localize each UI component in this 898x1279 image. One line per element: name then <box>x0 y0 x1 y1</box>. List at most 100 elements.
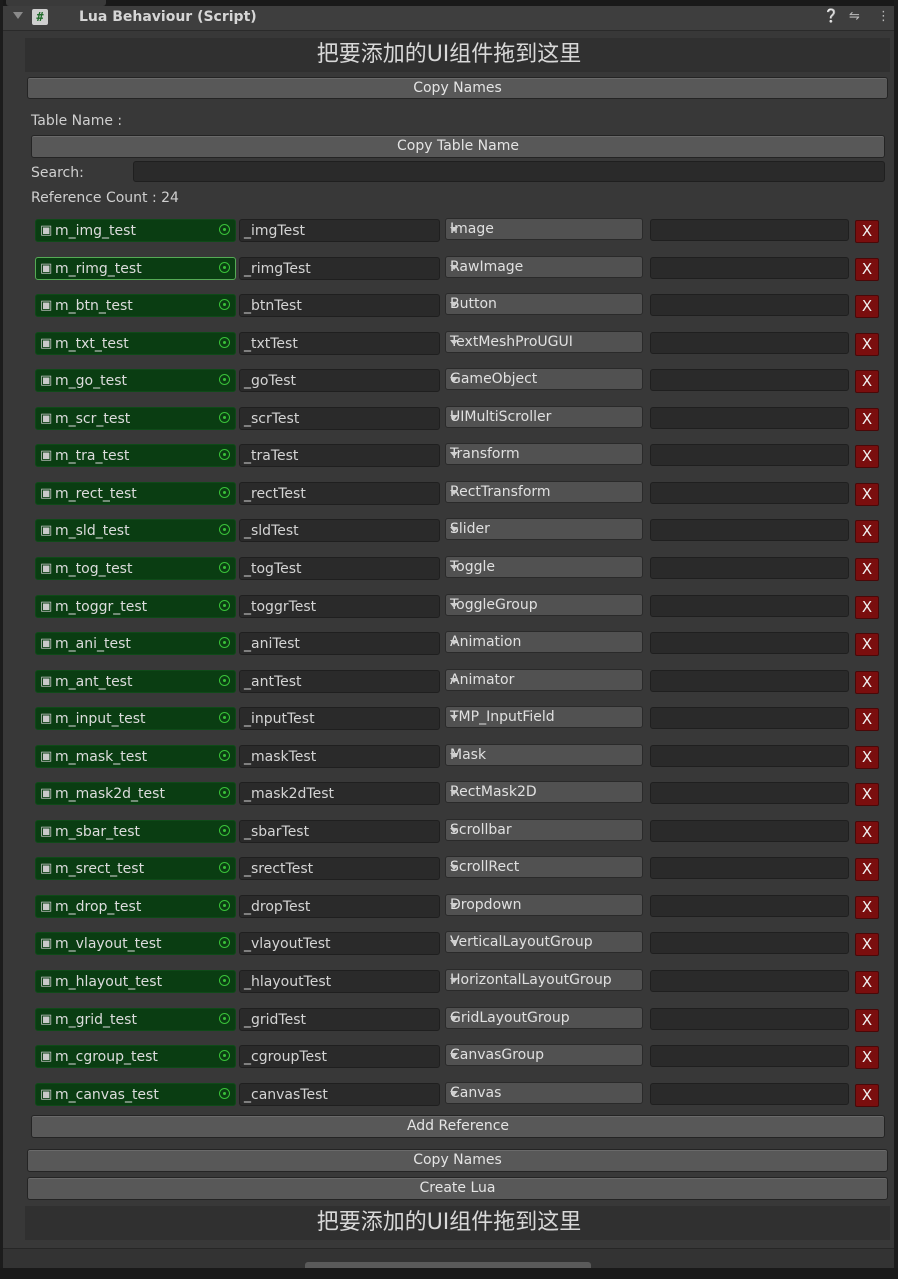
extra-field[interactable] <box>650 519 849 541</box>
variable-name-field[interactable]: _traTest <box>239 444 440 467</box>
remove-reference-button[interactable]: X <box>855 896 879 919</box>
object-picker-icon[interactable] <box>219 524 230 535</box>
remove-reference-button[interactable]: X <box>855 1046 879 1069</box>
extra-field[interactable] <box>650 1045 849 1067</box>
extra-field[interactable] <box>650 407 849 429</box>
component-type-dropdown[interactable]: TextMeshProUGUI <box>445 331 643 353</box>
object-field[interactable]: ▣ m_grid_test <box>35 1008 236 1031</box>
component-type-dropdown[interactable]: GridLayoutGroup <box>445 1007 643 1029</box>
component-type-dropdown[interactable]: VerticalLayoutGroup <box>445 931 643 953</box>
object-picker-icon[interactable] <box>219 637 230 648</box>
object-picker-icon[interactable] <box>219 412 230 423</box>
component-type-dropdown[interactable]: HorizontalLayoutGroup <box>445 969 643 991</box>
object-field[interactable]: ▣ m_txt_test <box>35 332 236 355</box>
remove-reference-button[interactable]: X <box>855 1009 879 1032</box>
remove-reference-button[interactable]: X <box>855 933 879 956</box>
extra-field[interactable] <box>650 745 849 767</box>
object-field[interactable]: ▣ m_hlayout_test <box>35 970 236 993</box>
variable-name-field[interactable]: _goTest <box>239 369 440 392</box>
extra-field[interactable] <box>650 369 849 391</box>
remove-reference-button[interactable]: X <box>855 220 879 243</box>
component-header[interactable]: # Lua Behaviour (Script) ❔ ⇋ ⋮ <box>3 6 894 31</box>
variable-name-field[interactable]: _sbarTest <box>239 820 440 843</box>
create-lua-button[interactable]: Create Lua <box>27 1177 888 1200</box>
component-type-dropdown[interactable]: Transform <box>445 443 643 465</box>
extra-field[interactable] <box>650 294 849 316</box>
remove-reference-button[interactable]: X <box>855 370 879 393</box>
component-type-dropdown[interactable]: Canvas <box>445 1082 643 1104</box>
extra-field[interactable] <box>650 670 849 692</box>
object-field[interactable]: ▣ m_cgroup_test <box>35 1045 236 1068</box>
object-field[interactable]: ▣ m_rect_test <box>35 482 236 505</box>
variable-name-field[interactable]: _scrTest <box>239 407 440 430</box>
object-picker-icon[interactable] <box>219 337 230 348</box>
variable-name-field[interactable]: _mask2dTest <box>239 782 440 805</box>
object-picker-icon[interactable] <box>219 374 230 385</box>
extra-field[interactable] <box>650 1083 849 1105</box>
component-type-dropdown[interactable]: Dropdown <box>445 894 643 916</box>
variable-name-field[interactable]: _maskTest <box>239 745 440 768</box>
object-picker-icon[interactable] <box>219 825 230 836</box>
variable-name-field[interactable]: _rimgTest <box>239 257 440 280</box>
variable-name-field[interactable]: _inputTest <box>239 707 440 730</box>
object-picker-icon[interactable] <box>219 1013 230 1024</box>
variable-name-field[interactable]: _txtTest <box>239 332 440 355</box>
extra-field[interactable] <box>650 1008 849 1030</box>
extra-field[interactable] <box>650 219 849 241</box>
object-field[interactable]: ▣ m_tog_test <box>35 557 236 580</box>
variable-name-field[interactable]: _sldTest <box>239 519 440 542</box>
component-type-dropdown[interactable]: Toggle <box>445 556 643 578</box>
object-field[interactable]: ▣ m_toggr_test <box>35 595 236 618</box>
variable-name-field[interactable]: _rectTest <box>239 482 440 505</box>
object-field[interactable]: ▣ m_drop_test <box>35 895 236 918</box>
object-field[interactable]: ▣ m_input_test <box>35 707 236 730</box>
extra-field[interactable] <box>650 782 849 804</box>
object-field[interactable]: ▣ m_sbar_test <box>35 820 236 843</box>
variable-name-field[interactable]: _vlayoutTest <box>239 932 440 955</box>
object-picker-icon[interactable] <box>219 750 230 761</box>
object-field[interactable]: ▣ m_scr_test <box>35 407 236 430</box>
object-field[interactable]: ▣ m_tra_test <box>35 444 236 467</box>
add-reference-button[interactable]: Add Reference <box>31 1115 885 1138</box>
extra-field[interactable] <box>650 632 849 654</box>
variable-name-field[interactable]: _toggrTest <box>239 595 440 618</box>
component-type-dropdown[interactable]: UIMultiScroller <box>445 406 643 428</box>
extra-field[interactable] <box>650 707 849 729</box>
remove-reference-button[interactable]: X <box>855 708 879 731</box>
object-picker-icon[interactable] <box>219 562 230 573</box>
component-type-dropdown[interactable]: RectTransform <box>445 481 643 503</box>
object-field[interactable]: ▣ m_vlayout_test <box>35 932 236 955</box>
object-picker-icon[interactable] <box>219 787 230 798</box>
object-field[interactable]: ▣ m_srect_test <box>35 857 236 880</box>
remove-reference-button[interactable]: X <box>855 1084 879 1107</box>
remove-reference-button[interactable]: X <box>855 483 879 506</box>
remove-reference-button[interactable]: X <box>855 596 879 619</box>
component-type-dropdown[interactable]: ScrollRect <box>445 856 643 878</box>
remove-reference-button[interactable]: X <box>855 445 879 468</box>
component-type-dropdown[interactable]: Animator <box>445 669 643 691</box>
remove-reference-button[interactable]: X <box>855 633 879 656</box>
remove-reference-button[interactable]: X <box>855 295 879 318</box>
remove-reference-button[interactable]: X <box>855 408 879 431</box>
object-picker-icon[interactable] <box>219 449 230 460</box>
object-field[interactable]: ▣ m_mask2d_test <box>35 782 236 805</box>
object-picker-icon[interactable] <box>219 975 230 986</box>
more-menu-icon[interactable]: ⋮ <box>877 9 890 25</box>
object-picker-icon[interactable] <box>219 862 230 873</box>
variable-name-field[interactable]: _canvasTest <box>239 1083 440 1106</box>
remove-reference-button[interactable]: X <box>855 971 879 994</box>
remove-reference-button[interactable]: X <box>855 333 879 356</box>
object-field[interactable]: ▣ m_ant_test <box>35 670 236 693</box>
copy-names-button-top[interactable]: Copy Names <box>27 77 888 99</box>
object-field[interactable]: ▣ m_canvas_test <box>35 1083 236 1106</box>
object-picker-icon[interactable] <box>219 224 230 235</box>
component-type-dropdown[interactable]: Button <box>445 293 643 315</box>
search-input[interactable] <box>133 161 885 182</box>
extra-field[interactable] <box>650 895 849 917</box>
object-picker-icon[interactable] <box>219 299 230 310</box>
variable-name-field[interactable]: _imgTest <box>239 219 440 242</box>
component-type-dropdown[interactable]: Scrollbar <box>445 819 643 841</box>
remove-reference-button[interactable]: X <box>855 783 879 806</box>
extra-field[interactable] <box>650 444 849 466</box>
object-picker-icon[interactable] <box>219 675 230 686</box>
